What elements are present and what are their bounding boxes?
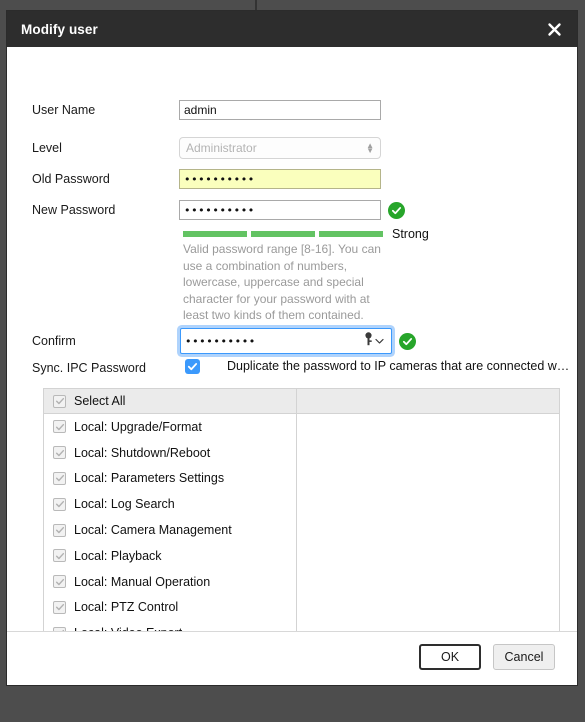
strength-bar-1 (183, 231, 247, 237)
permission-checkbox[interactable] (53, 600, 66, 614)
level-control: Administrator ▲ ▼ (179, 137, 381, 159)
table-row[interactable]: Local: Camera Management (44, 517, 559, 543)
permission-cell[interactable]: Local: Manual Operation (44, 568, 297, 595)
user-name-input[interactable] (179, 100, 381, 120)
old-password-label: Old Password (32, 172, 110, 186)
footer-buttons: OK Cancel (419, 644, 555, 670)
row-old-password: Old Password (7, 167, 577, 191)
permission-label: Local: Manual Operation (74, 574, 211, 589)
dialog-body: User Name Level Administrator ▲▼ (7, 47, 577, 685)
row-confirm: Confirm (7, 327, 577, 355)
select-all-checkbox[interactable] (53, 394, 66, 408)
new-password-control (179, 200, 405, 220)
dialog-titlebar: Modify user (7, 11, 577, 47)
ok-button[interactable]: OK (419, 644, 481, 670)
permission-label: Local: PTZ Control (74, 600, 179, 615)
permissions-table-header: Select All (44, 389, 559, 414)
table-row[interactable]: Local: Manual Operation (44, 568, 559, 595)
old-password-input[interactable] (179, 169, 381, 189)
permission-checkbox[interactable] (53, 471, 66, 485)
level-select[interactable]: Administrator (179, 137, 381, 159)
dialog-title: Modify user (21, 21, 98, 37)
table-row[interactable]: Local: Playback (44, 542, 559, 569)
key-icon (364, 331, 373, 351)
strength-label: Strong (392, 227, 429, 241)
cancel-button[interactable]: Cancel (493, 644, 555, 670)
permission-checkbox[interactable] (53, 575, 66, 589)
permission-cell[interactable]: Local: Camera Management (44, 517, 297, 543)
old-password-control (179, 169, 381, 189)
sync-ipc-description: Duplicate the password to IP cameras tha… (227, 359, 570, 373)
check-circle-icon (399, 332, 416, 350)
permission-cell[interactable]: Local: PTZ Control (44, 594, 297, 621)
permission-right-column (297, 414, 559, 440)
password-manager-affordance[interactable] (364, 331, 391, 351)
permission-right-column (297, 440, 559, 466)
sync-ipc-label: Sync. IPC Password (32, 361, 146, 375)
permission-cell[interactable]: Local: Shutdown/Reboot (44, 439, 297, 466)
level-label: Level (32, 141, 62, 155)
permission-checkbox[interactable] (53, 549, 66, 563)
row-level: Level Administrator ▲ ▼ (7, 136, 577, 160)
permissions-header-right-column (297, 389, 559, 413)
confirm-password-input[interactable] (181, 329, 364, 353)
permission-right-column (297, 543, 559, 569)
table-row[interactable]: Local: Upgrade/Format (44, 414, 559, 440)
check-circle-icon (388, 201, 405, 219)
level-select-wrap: Administrator ▲ ▼ (179, 137, 381, 159)
permission-label: Local: Parameters Settings (74, 471, 225, 486)
confirm-label: Confirm (32, 334, 76, 348)
close-icon[interactable] (543, 18, 565, 40)
confirm-input-wrap (180, 328, 392, 354)
strength-bar-3 (319, 231, 383, 237)
confirm-control (180, 328, 416, 354)
permission-checkbox[interactable] (53, 420, 66, 434)
sync-ipc-checkbox[interactable] (185, 359, 200, 374)
new-password-label: New Password (32, 203, 116, 217)
permission-checkbox[interactable] (53, 446, 66, 460)
permission-right-column (297, 491, 559, 517)
strength-bar-2 (251, 231, 315, 237)
password-strength-meter: Strong (183, 227, 429, 241)
table-row[interactable]: Local: Log Search (44, 491, 559, 518)
table-row[interactable]: Local: Parameters Settings (44, 465, 559, 492)
permission-cell[interactable]: Local: Playback (44, 542, 297, 569)
permission-checkbox[interactable] (53, 523, 66, 537)
dialog-footer: OK Cancel (7, 631, 577, 685)
permission-right-column (297, 569, 559, 595)
new-password-input[interactable] (179, 200, 381, 220)
table-row[interactable]: Local: PTZ Control (44, 594, 559, 621)
permission-cell[interactable]: Local: Parameters Settings (44, 465, 297, 492)
permission-label: Local: Camera Management (74, 523, 232, 538)
permission-cell[interactable]: Local: Log Search (44, 491, 297, 518)
modify-user-dialog: Modify user User Name Level Administrato… (6, 10, 578, 686)
permission-label: Local: Upgrade/Format (74, 419, 202, 434)
user-name-label: User Name (32, 103, 96, 117)
permission-right-column (297, 595, 559, 621)
permission-right-column (297, 466, 559, 492)
permission-label: Local: Log Search (74, 497, 175, 512)
row-new-password: New Password (7, 198, 577, 222)
permission-label: Local: Shutdown/Reboot (74, 445, 211, 460)
password-hint-text: Valid password range [8-16]. You can use… (183, 242, 381, 322)
select-all-cell[interactable]: Select All (44, 389, 297, 413)
chevron-down-icon (375, 332, 384, 350)
table-row[interactable]: Local: Shutdown/Reboot (44, 439, 559, 466)
select-all-label: Select All (74, 394, 126, 408)
permission-cell[interactable]: Local: Upgrade/Format (44, 414, 297, 440)
user-name-control (179, 100, 381, 120)
permission-checkbox[interactable] (53, 497, 66, 511)
permission-right-column (297, 517, 559, 543)
permission-label: Local: Playback (74, 548, 162, 563)
row-user-name: User Name (7, 98, 577, 122)
